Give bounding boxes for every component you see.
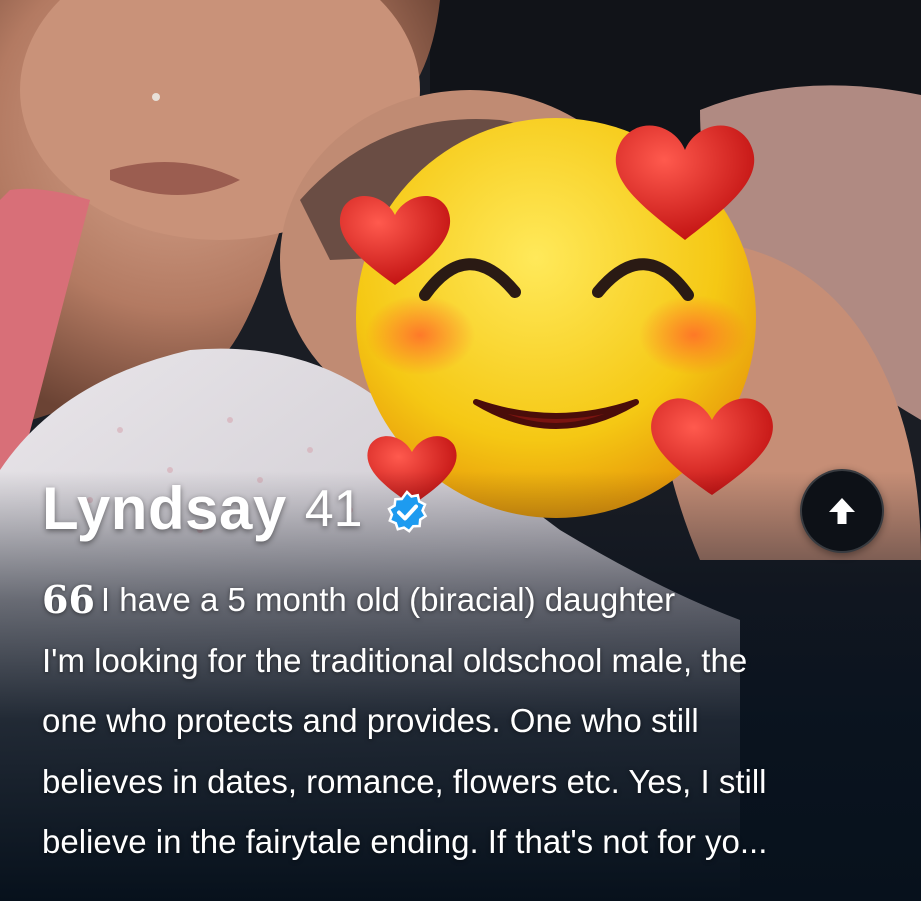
quote-icon: 66: [42, 577, 95, 622]
bio-line: one who protects and provides. One who s…: [42, 702, 699, 739]
profile-card[interactable]: Lyndsay 41 66 I have a 5 month old (birac…: [0, 0, 921, 901]
bio-line: I'm looking for the traditional oldschoo…: [42, 641, 748, 679]
bio-line: believes in dates, romance, flowers etc.…: [42, 762, 767, 800]
profile-bio: 66 I have a 5 month old (biracial) daught…: [42, 570, 902, 873]
verified-badge-icon: [386, 489, 427, 533]
profile-age: 41: [304, 479, 363, 538]
bio-line: believe in the fairytale ending. If that…: [42, 823, 768, 860]
profile-name: Lyndsay: [42, 475, 287, 542]
bio-line: 66 I have a 5 month old (biracial) daught…: [42, 577, 676, 622]
expand-profile-button[interactable]: [800, 469, 884, 553]
arrow-up-icon: [829, 498, 855, 524]
profile-name-row: Lyndsay 41: [42, 474, 429, 543]
